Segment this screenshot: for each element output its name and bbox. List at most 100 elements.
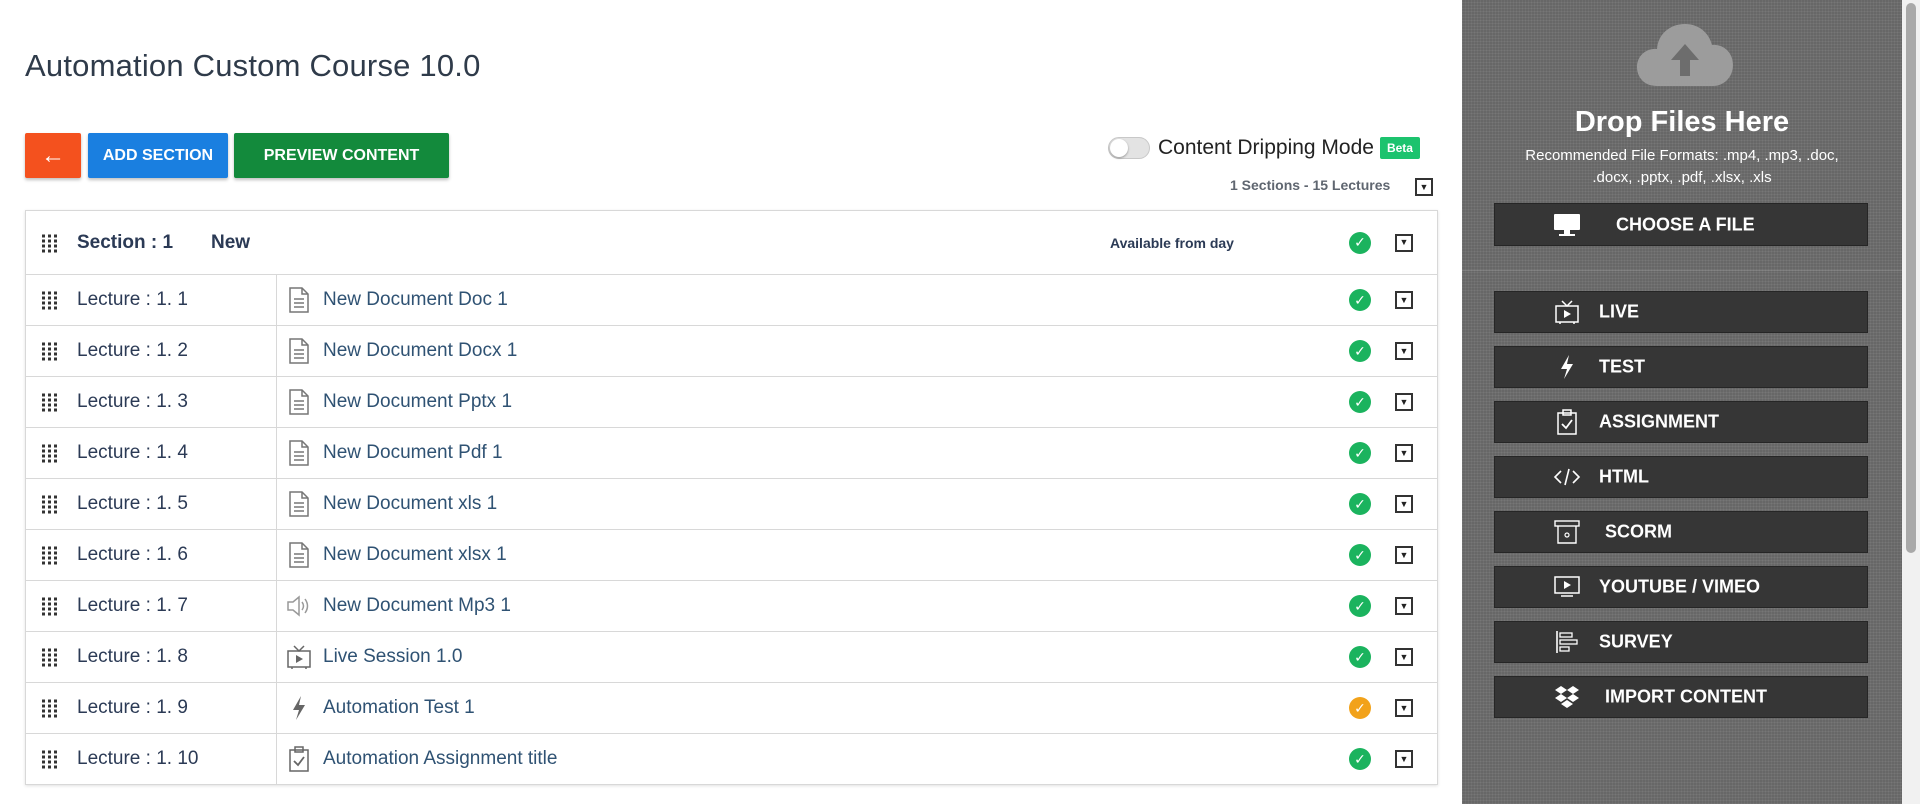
- section-availability: Available from day: [1110, 234, 1234, 251]
- section-title[interactable]: New: [211, 232, 250, 254]
- drag-handle-icon[interactable]: [42, 342, 58, 361]
- drag-dot: [54, 291, 57, 295]
- row-menu-caret-icon[interactable]: ▼: [1395, 342, 1413, 360]
- scorm-button[interactable]: SCORM: [1494, 511, 1868, 553]
- monitor-icon: [1553, 211, 1581, 239]
- drip-toggle[interactable]: [1108, 137, 1150, 159]
- drag-handle-icon[interactable]: [42, 750, 58, 769]
- drag-dot: [48, 234, 51, 237]
- drag-handle-icon[interactable]: [42, 444, 58, 463]
- drag-handle-icon[interactable]: [42, 234, 58, 252]
- assignment-button[interactable]: ASSIGNMENT: [1494, 401, 1868, 443]
- lecture-title[interactable]: New Document xlsx 1: [323, 544, 507, 566]
- drag-handle-icon[interactable]: [42, 495, 58, 514]
- drag-dot: [48, 357, 51, 361]
- drag-dot: [42, 444, 45, 448]
- lecture-row[interactable]: Lecture : 1. 5 New Document xls 1 ✓ ▼: [26, 479, 1437, 530]
- import-content-button[interactable]: IMPORT CONTENT: [1494, 676, 1868, 718]
- add-section-button[interactable]: ADD SECTION: [88, 133, 228, 178]
- lecture-row[interactable]: Lecture : 1. 3 New Document Pptx 1 ✓ ▼: [26, 377, 1437, 428]
- sidebar-button-label: SCORM: [1605, 521, 1672, 542]
- drag-dot: [54, 714, 57, 718]
- youtube-vimeo-button[interactable]: YOUTUBE / VIMEO: [1494, 566, 1868, 608]
- lecture-row[interactable]: Lecture : 1. 1 New Document Doc 1 ✓ ▼: [26, 275, 1437, 326]
- lecture-title[interactable]: New Document xls 1: [323, 493, 497, 515]
- row-menu-caret-icon[interactable]: ▼: [1395, 699, 1413, 717]
- lecture-row[interactable]: Lecture : 1. 7 New Document Mp3 1 ✓ ▼: [26, 581, 1437, 632]
- add-content-sidebar: Drop Files Here Recommended File Formats…: [1462, 0, 1902, 804]
- lecture-row[interactable]: Lecture : 1. 4 New Document Pdf 1 ✓ ▼: [26, 428, 1437, 479]
- lecture-row[interactable]: Lecture : 1. 10 Automation Assignment tit…: [26, 734, 1437, 785]
- drag-dot: [42, 291, 45, 295]
- drag-dot: [54, 301, 57, 305]
- drag-dot: [54, 347, 57, 351]
- drag-dot: [54, 398, 57, 402]
- drag-dot: [48, 500, 51, 504]
- course-editor: Automation Custom Course 10.0 ← ADD SECT…: [0, 0, 1462, 804]
- lecture-title[interactable]: New Document Docx 1: [323, 340, 517, 362]
- lecture-number: Lecture : 1. 3: [77, 391, 188, 412]
- drag-dot: [48, 454, 51, 458]
- drag-dot: [42, 398, 45, 402]
- lecture-title[interactable]: Live Session 1.0: [323, 646, 462, 668]
- row-menu-caret-icon[interactable]: ▼: [1395, 546, 1413, 564]
- drag-dot: [48, 301, 51, 305]
- status-check-icon: ✓: [1349, 748, 1371, 770]
- page-scrollbar[interactable]: [1902, 0, 1920, 804]
- drag-handle-icon[interactable]: [42, 648, 58, 667]
- row-menu-caret-icon[interactable]: ▼: [1395, 291, 1413, 309]
- drag-dot: [42, 357, 45, 361]
- lecture-title[interactable]: Automation Assignment title: [323, 748, 557, 770]
- lecture-title[interactable]: New Document Mp3 1: [323, 595, 511, 617]
- expand-all-caret-icon[interactable]: ▼: [1415, 178, 1433, 196]
- drag-dot: [54, 653, 57, 657]
- live-button[interactable]: LIVE: [1494, 291, 1868, 333]
- drag-handle-icon[interactable]: [42, 597, 58, 616]
- row-menu-caret-icon[interactable]: ▼: [1395, 393, 1413, 411]
- row-menu-caret-icon[interactable]: ▼: [1395, 444, 1413, 462]
- sidebar-button-label: TEST: [1599, 356, 1646, 377]
- row-menu-caret-icon[interactable]: ▼: [1395, 495, 1413, 513]
- row-menu-caret-icon[interactable]: ▼: [1395, 597, 1413, 615]
- lecture-number: Lecture : 1. 6: [77, 544, 188, 565]
- drag-handle-icon[interactable]: [42, 546, 58, 565]
- test-button[interactable]: TEST: [1494, 346, 1868, 388]
- scorm-icon: [1553, 518, 1581, 546]
- lecture-row[interactable]: Lecture : 1. 6 New Document xlsx 1 ✓ ▼: [26, 530, 1437, 581]
- drag-dot: [48, 755, 51, 759]
- drag-handle-icon[interactable]: [42, 393, 58, 412]
- drag-dot: [54, 546, 57, 550]
- drag-dot: [42, 403, 45, 407]
- lecture-row[interactable]: Lecture : 1. 2 New Document Docx 1 ✓ ▼: [26, 326, 1437, 377]
- drag-dot: [42, 597, 45, 601]
- drag-dot: [48, 342, 51, 346]
- lecture-title[interactable]: New Document Pdf 1: [323, 442, 503, 464]
- drag-dot: [48, 714, 51, 718]
- row-menu-caret-icon[interactable]: ▼: [1395, 233, 1413, 252]
- html-button[interactable]: HTML: [1494, 456, 1868, 498]
- drag-dot: [42, 760, 45, 764]
- section-name: Section : 1: [77, 231, 174, 253]
- lecture-title[interactable]: New Document Pptx 1: [323, 391, 512, 413]
- lecture-row[interactable]: Lecture : 1. 9 Automation Test 1 ✓ ▼: [26, 683, 1437, 734]
- scrollbar-thumb[interactable]: [1906, 3, 1916, 553]
- lecture-number: Lecture : 1. 10: [77, 748, 199, 769]
- back-button[interactable]: ←: [25, 133, 81, 178]
- row-menu-caret-icon[interactable]: ▼: [1395, 648, 1413, 666]
- lecture-title[interactable]: New Document Doc 1: [323, 289, 508, 311]
- column-divider: [276, 275, 277, 325]
- preview-content-button[interactable]: PREVIEW CONTENT: [234, 133, 449, 178]
- lecture-row[interactable]: Lecture : 1. 8 Live Session 1.0 ✓ ▼: [26, 632, 1437, 683]
- drag-dot: [42, 663, 45, 667]
- drag-dot: [54, 403, 57, 407]
- drag-handle-icon[interactable]: [42, 699, 58, 718]
- row-menu-caret-icon[interactable]: ▼: [1395, 750, 1413, 768]
- status-check-icon: ✓: [1349, 595, 1371, 617]
- survey-button[interactable]: SURVEY: [1494, 621, 1868, 663]
- lecture-title[interactable]: Automation Test 1: [323, 697, 475, 719]
- drag-handle-icon[interactable]: [42, 291, 58, 310]
- drag-dot: [42, 648, 45, 652]
- drag-dot: [42, 249, 45, 252]
- drag-dot: [48, 249, 51, 252]
- choose-file-button[interactable]: CHOOSE A FILE: [1494, 203, 1868, 246]
